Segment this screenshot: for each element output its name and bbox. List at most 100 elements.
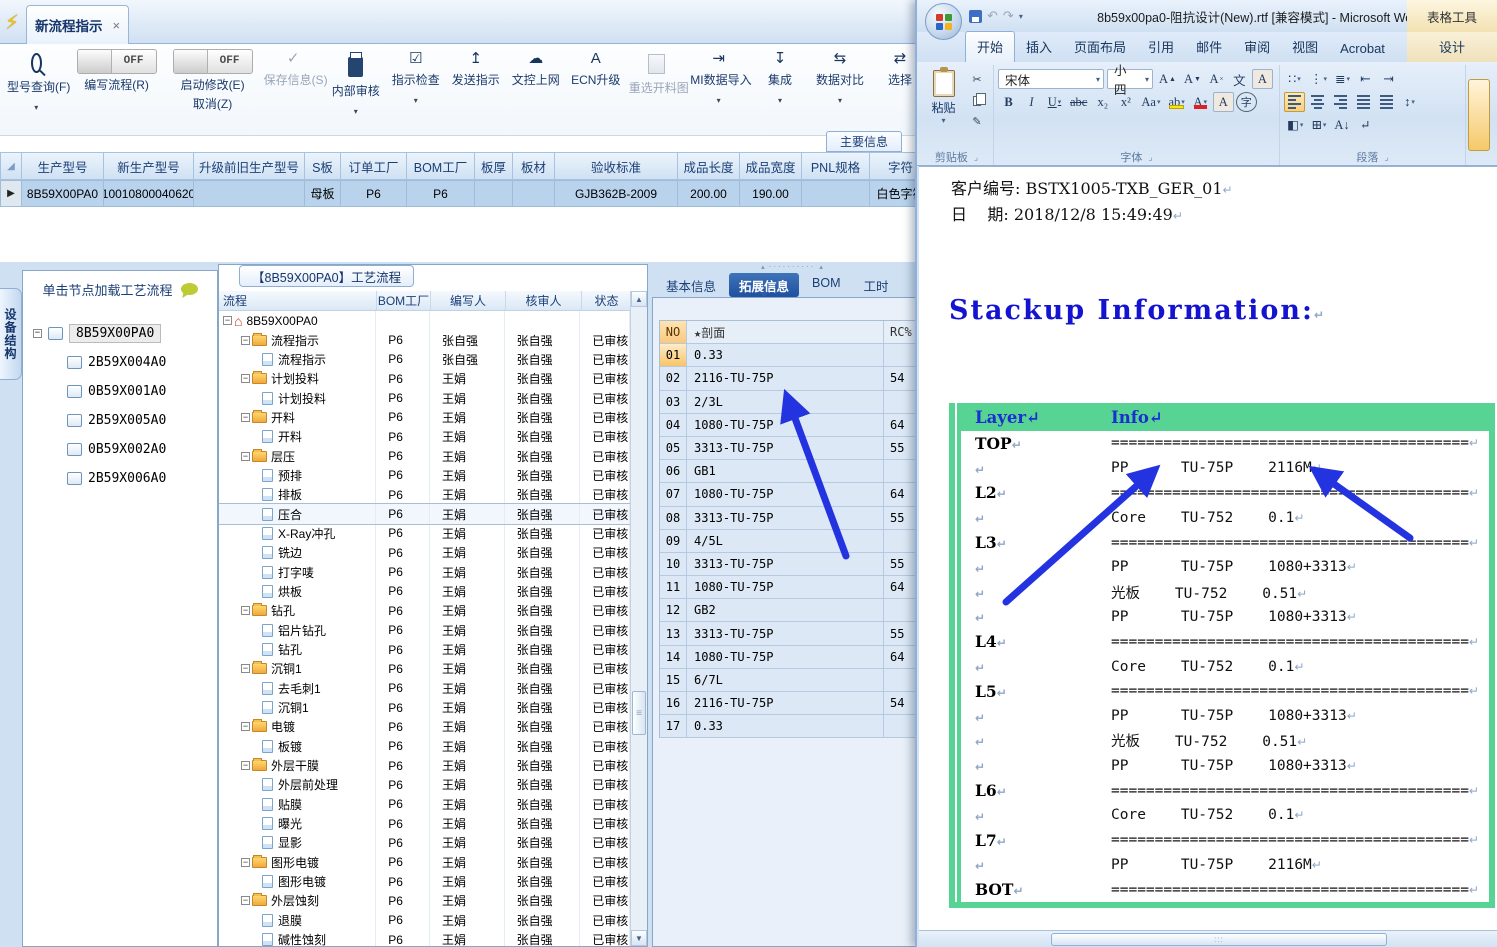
- flow-row-step[interactable]: 去毛刺1 P6 王娟 张自强 已审核: [219, 678, 630, 698]
- grid-data-cell[interactable]: 母板: [305, 180, 341, 207]
- tree-item-0b59x001a0[interactable]: 0B59X001A0: [33, 377, 217, 406]
- section-table-row[interactable]: 16 2116-TU-75P 54: [660, 692, 930, 716]
- highlight-button[interactable]: ab ▾: [1165, 92, 1187, 112]
- font-color-button[interactable]: A ▾: [1190, 92, 1211, 112]
- dropdown-arrow-icon[interactable]: ▾: [690, 96, 747, 105]
- section-table-row[interactable]: 11 1080-TU-75P 64: [660, 576, 930, 600]
- flow-row-step[interactable]: 退膜 P6 王娟 张自强 已审核: [219, 910, 630, 930]
- dropdown-arrow-icon[interactable]: ▾: [7, 103, 66, 112]
- grid-header-cell[interactable]: 成品长度: [678, 152, 740, 180]
- section-table-row[interactable]: 15 6/7L: [660, 668, 930, 692]
- grid-data-cell[interactable]: 200.00: [678, 180, 740, 207]
- char-border-icon[interactable]: A: [1251, 69, 1273, 89]
- justify-button[interactable]: [1353, 92, 1374, 112]
- dropdown-arrow-icon[interactable]: ▾: [329, 107, 383, 116]
- data-compare-button[interactable]: ⇆ 数据对比 ▾: [810, 49, 870, 105]
- toggle-switch[interactable]: OFF: [76, 49, 157, 74]
- flow-header-cell[interactable]: 状态: [582, 291, 632, 310]
- shrink-font-icon[interactable]: A ▼: [1181, 69, 1204, 89]
- flow-row-group[interactable]: − 沉铜1 P6 王娟 张自强 已审核: [219, 659, 630, 679]
- shading-icon[interactable]: ◧ ▾: [1284, 115, 1306, 135]
- section-table-row[interactable]: 03 2/3L: [660, 390, 930, 414]
- phonetic-guide-icon[interactable]: 文: [1229, 69, 1250, 89]
- cut-icon[interactable]: ✂: [967, 70, 987, 89]
- section-table-row[interactable]: 01 0.33: [660, 344, 930, 368]
- tab-new-flow-instruction[interactable]: 新流程指示 ×: [26, 5, 130, 44]
- grid-data-row[interactable]: ▶ 8B59X00PA0 10010800040620 母板 P6 P6 GJB362B-2…: [0, 180, 932, 207]
- flow-header-cell[interactable]: 编写人: [431, 291, 506, 310]
- dropdown-arrow-icon[interactable]: ▾: [1300, 121, 1304, 129]
- show-marks-icon[interactable]: ↵: [1355, 115, 1376, 135]
- dialog-launcher-icon[interactable]: ⌟: [1384, 152, 1388, 163]
- dropdown-arrow-icon[interactable]: ▾: [813, 96, 867, 105]
- underline-button[interactable]: U ▾: [1044, 92, 1065, 112]
- grid-data-cell[interactable]: [802, 180, 870, 207]
- expand-icon[interactable]: −: [241, 896, 250, 906]
- tab-references[interactable]: 引用: [1137, 32, 1185, 62]
- section-table-row[interactable]: 12 GB2: [660, 599, 930, 623]
- section-table-row[interactable]: 02 2116-TU-75P 54: [660, 367, 930, 391]
- grid-data-cell[interactable]: 10010800040620: [104, 180, 194, 207]
- document-area[interactable]: 客户编号: BSTX1005-TXB_GER_01↵ 日 期: 2018/12/…: [919, 166, 1497, 930]
- flow-row-step[interactable]: 流程指示 P6 张自强 张自强 已审核: [219, 349, 630, 370]
- flow-row-step[interactable]: 沉铜1 P6 王娟 张自强 已审核: [219, 697, 630, 718]
- font-size-combo[interactable]: 小四 ▾: [1107, 64, 1153, 97]
- paste-button[interactable]: 粘贴 ▾: [924, 67, 963, 149]
- grid-header-cell[interactable]: 板材: [513, 152, 555, 180]
- dropdown-arrow-icon[interactable]: ▾: [1297, 75, 1301, 83]
- section-table-row[interactable]: 09 4/5L: [660, 529, 930, 553]
- dropdown-arrow-icon[interactable]: ▾: [389, 96, 443, 105]
- tree-item-2b59x004a0[interactable]: 2B59X004A0: [33, 348, 217, 377]
- flow-row-step[interactable]: 烘板 P6 王娟 张自强 已审核: [219, 581, 630, 602]
- expand-icon[interactable]: −: [241, 451, 250, 461]
- grid-header-cell[interactable]: 生产型号: [22, 152, 104, 180]
- font-name-combo[interactable]: 宋体 ▾: [998, 69, 1104, 89]
- flow-row-group[interactable]: − 开料 P6 王娟 张自强 已审核: [219, 407, 630, 428]
- scrollbar-thumb[interactable]: [632, 691, 646, 735]
- grid-header-cell[interactable]: 板厚: [475, 152, 513, 180]
- doc-control-upload-button[interactable]: ☁ 文控上网: [506, 49, 566, 88]
- flow-row-step[interactable]: 开料 P6 王娟 张自强 已审核: [219, 427, 630, 447]
- flow-header-cell[interactable]: 核审人: [506, 291, 582, 310]
- expand-icon[interactable]: −: [241, 374, 250, 384]
- toggle-switch[interactable]: OFF: [172, 49, 253, 74]
- expand-icon[interactable]: −: [241, 857, 250, 867]
- italic-button[interactable]: I: [1021, 92, 1042, 112]
- section-table-row[interactable]: 08 3313-TU-75P 55: [660, 506, 930, 530]
- expand-icon[interactable]: −: [241, 664, 250, 674]
- align-center-button[interactable]: [1307, 92, 1328, 112]
- tab-design[interactable]: 设计: [1428, 32, 1476, 62]
- bold-button[interactable]: B: [998, 92, 1019, 112]
- grid-header-cell[interactable]: S板: [305, 152, 341, 180]
- dropdown-arrow-icon[interactable]: ▾: [1058, 98, 1062, 106]
- section-table-row[interactable]: 14 1080-TU-75P 64: [660, 645, 930, 669]
- tab-review[interactable]: 审阅: [1233, 32, 1281, 62]
- align-right-button[interactable]: [1330, 92, 1351, 112]
- flow-row-step[interactable]: 排板 P6 王娟 张自强 已审核: [219, 485, 630, 505]
- flow-row-group[interactable]: − 图形电镀 P6 王娟 张自强 已审核: [219, 852, 630, 872]
- tree-item-8b59x00pa0[interactable]: − 8B59X00PA0: [33, 319, 217, 348]
- flow-row-step[interactable]: 预排 P6 王娟 张自强 已审核: [219, 465, 630, 486]
- section-table-row[interactable]: 06 GB1: [660, 460, 930, 484]
- flow-row-group[interactable]: − 外层干膜 P6 王娟 张自强 已审核: [219, 755, 630, 776]
- grid-header-cell[interactable]: 成品宽度: [740, 152, 802, 180]
- flow-row-group[interactable]: − 计划投料 P6 王娟 张自强 已审核: [219, 369, 630, 389]
- grid-header-cell[interactable]: ◢: [0, 152, 22, 180]
- flow-header-cell[interactable]: 流程: [219, 291, 377, 310]
- grid-header-cell[interactable]: 升级前旧生产型号: [194, 152, 305, 180]
- expand-icon[interactable]: −: [241, 606, 250, 616]
- expand-icon[interactable]: −: [241, 335, 250, 345]
- expand-icon[interactable]: −: [241, 412, 250, 422]
- hscroll-thumb[interactable]: :::: [1051, 932, 1387, 946]
- flow-row-step[interactable]: 铣边 P6 王娟 张自强 已审核: [219, 543, 630, 563]
- dropdown-arrow-icon[interactable]: ▾: [753, 96, 807, 105]
- internal-audit-button[interactable]: 内部审核 ▾: [326, 49, 386, 116]
- qat-dropdown-icon[interactable]: ▾: [1019, 12, 1023, 21]
- flow-row-step[interactable]: 曝光 P6 王娟 张自强 已审核: [219, 813, 630, 834]
- start-modify-toggle[interactable]: OFF 启动修改(E) 取消(Z): [165, 49, 261, 112]
- grid-data-cell[interactable]: P6: [341, 180, 407, 207]
- section-table-row[interactable]: 13 3313-TU-75P 55: [660, 622, 930, 646]
- tree-item-0b59x002a0[interactable]: 0B59X002A0: [33, 435, 217, 464]
- strikethrough-button[interactable]: abc: [1067, 92, 1090, 112]
- numbering-icon[interactable]: ⋮ ▾: [1307, 69, 1330, 89]
